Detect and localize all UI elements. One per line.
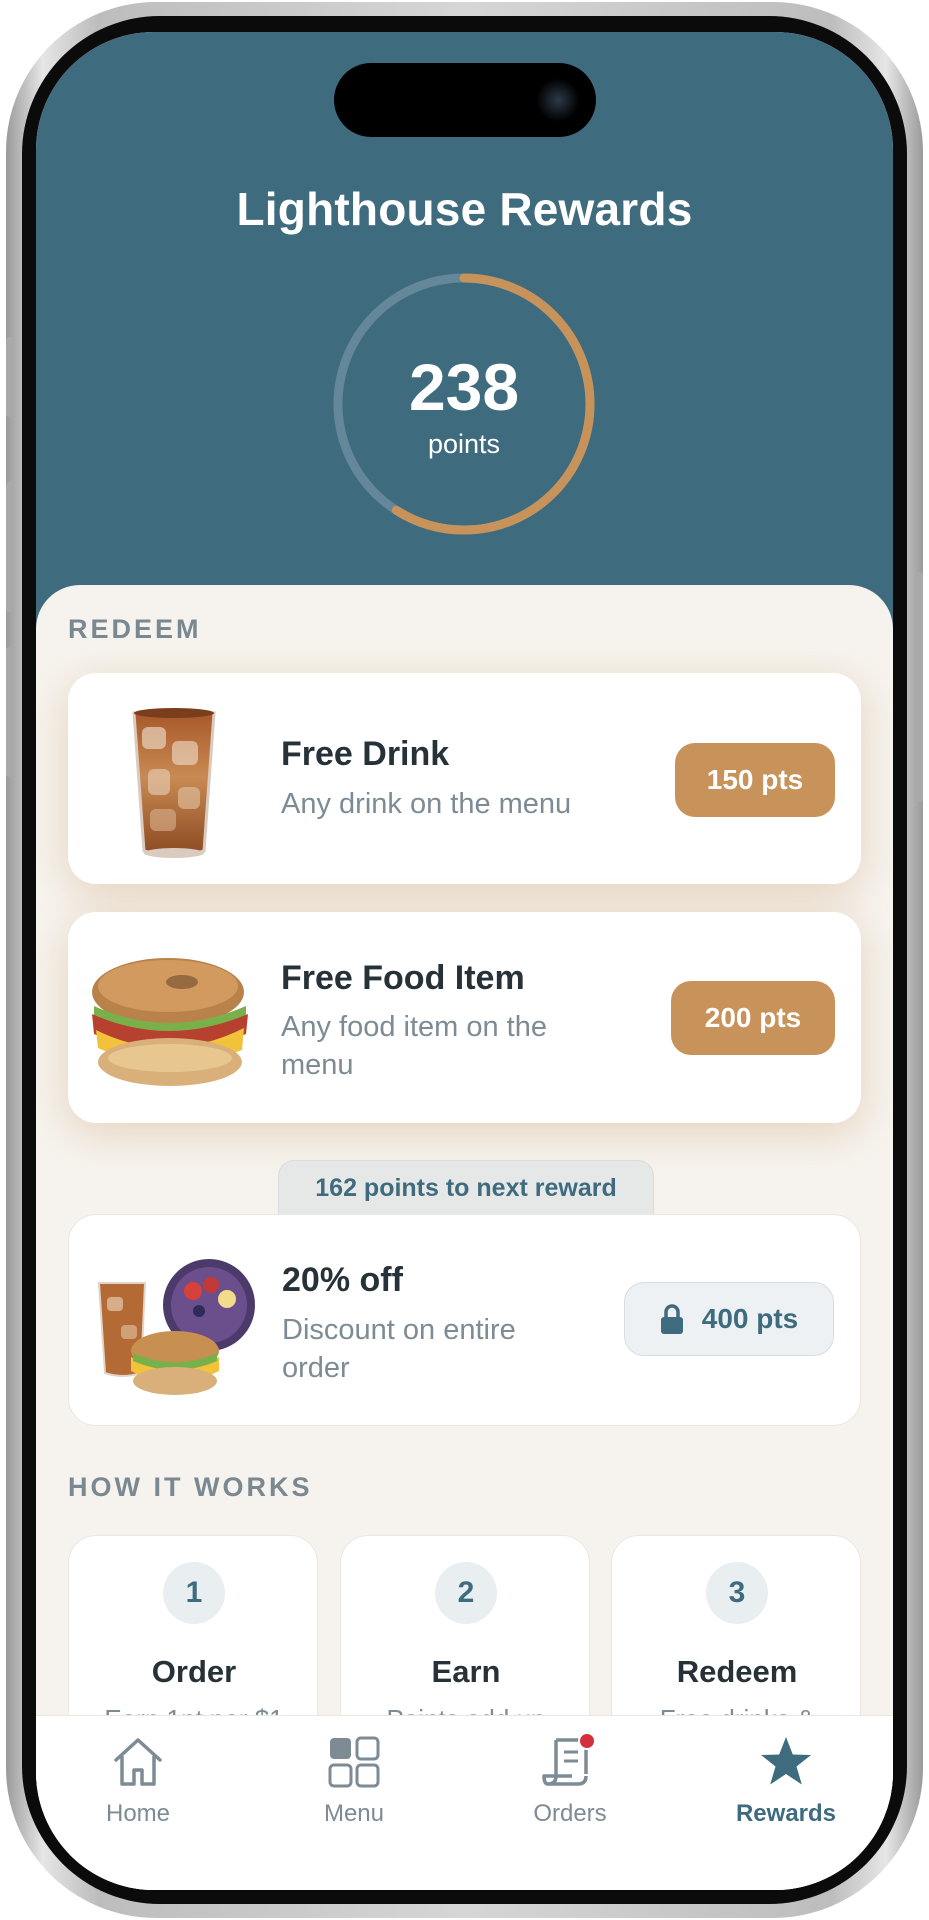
reward-description: Any food item on the menu — [281, 1011, 547, 1081]
redeem-free-food-button[interactable]: 200 pts — [671, 981, 835, 1055]
power-button — [915, 572, 923, 802]
action-button — [6, 337, 14, 417]
points-unit-label: points — [427, 429, 501, 459]
volume-up-button — [6, 482, 14, 612]
locked-reward-button[interactable]: 400 pts — [624, 1282, 834, 1356]
tab-label: Home — [105, 1800, 171, 1827]
reward-card-20-off: 20% off Discount on entire order 400 pts — [68, 1214, 861, 1426]
receipt-icon — [542, 1732, 598, 1790]
points-ring: 238 points — [329, 269, 599, 539]
grid-icon — [326, 1734, 382, 1790]
iced-coffee-image — [86, 691, 261, 866]
reward-description: Any drink on the menu — [281, 788, 572, 820]
step-title: Redeem — [676, 1654, 798, 1689]
how-it-works-section-label: HOW IT WORKS — [68, 1472, 313, 1502]
points-balance: 238 — [408, 350, 520, 424]
lock-icon — [660, 1304, 684, 1334]
reward-title: Free Drink — [281, 735, 450, 773]
home-indicator — [326, 1864, 603, 1874]
reward-title: 20% off — [282, 1261, 403, 1299]
page-title: Lighthouse Rewards — [236, 183, 693, 235]
bagel-sandwich-image — [86, 930, 261, 1105]
step-title: Order — [151, 1654, 237, 1689]
tab-home[interactable]: Home — [58, 1734, 218, 1834]
tab-orders[interactable]: Orders — [490, 1732, 650, 1834]
tab-label: Menu — [323, 1800, 385, 1827]
camera-icon — [536, 78, 580, 122]
locked-reward-cost: 400 pts — [701, 1303, 799, 1334]
combo-meal-image — [87, 1233, 262, 1408]
home-icon — [110, 1734, 166, 1790]
next-reward-progress-tab: 162 points to next reward — [278, 1160, 654, 1216]
tab-rewards[interactable]: Rewards — [706, 1734, 866, 1834]
tab-label: Rewards — [735, 1800, 837, 1827]
rewards-header: Lighthouse Rewards 238 points — [36, 32, 893, 652]
reward-card-free-drink[interactable]: Free Drink Any drink on the menu 150 pts — [68, 673, 861, 884]
reward-description: Discount on entire order — [282, 1314, 516, 1384]
reward-card-free-food-item[interactable]: Free Food Item Any food item on the menu… — [68, 912, 861, 1123]
redeem-free-drink-button[interactable]: 150 pts — [675, 743, 835, 817]
volume-down-button — [6, 647, 14, 777]
tab-label: Orders — [533, 1800, 607, 1827]
step-number: 3 — [706, 1562, 768, 1624]
step-number: 2 — [435, 1562, 497, 1624]
step-title: Earn — [431, 1654, 501, 1689]
redeem-section-label: REDEEM — [68, 614, 202, 644]
reward-title: Free Food Item — [281, 959, 525, 997]
orders-notification-badge — [578, 1732, 596, 1750]
star-icon — [758, 1734, 814, 1790]
tab-menu[interactable]: Menu — [274, 1734, 434, 1834]
dynamic-island — [334, 63, 596, 137]
app-screen: Lighthouse Rewards 238 points REDEEM Fre… — [36, 32, 893, 1890]
step-number: 1 — [163, 1562, 225, 1624]
